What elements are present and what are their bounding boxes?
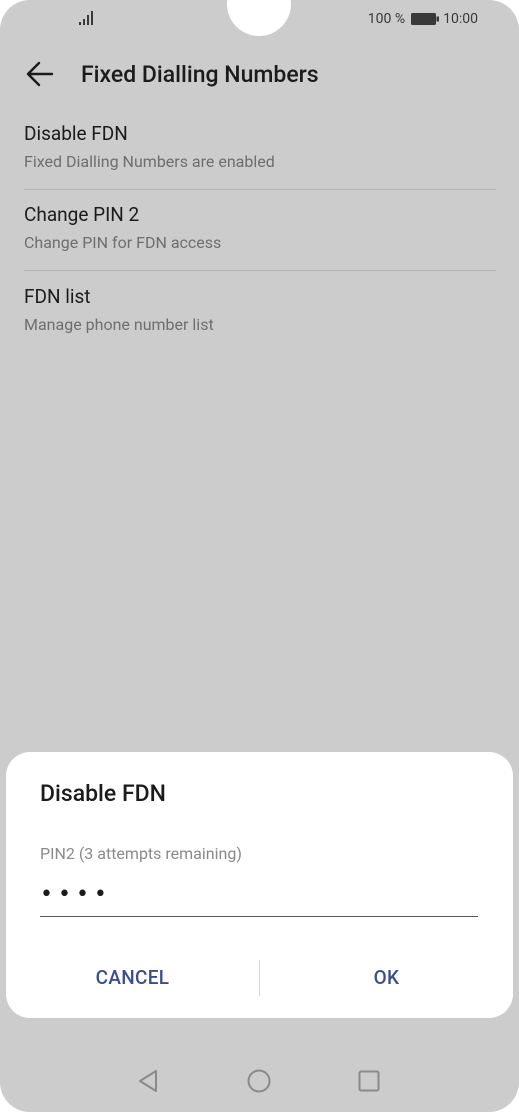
clock: 10:00 — [443, 11, 478, 27]
phone-screen: 100 % 10:00 Fixed Dialling Numbers Disab… — [0, 0, 519, 1112]
list-item-title: FDN list — [24, 285, 91, 308]
battery-percent: 100 % — [367, 11, 406, 27]
pin2-input[interactable] — [40, 872, 478, 917]
battery-icon — [411, 13, 440, 25]
square-recent-icon[interactable] — [356, 1068, 382, 1094]
ok-button[interactable]: OK — [260, 956, 513, 1000]
list-item-subtitle: Fixed Dialling Numbers are enabled — [24, 152, 275, 171]
disable-fdn-dialog: Disable FDN PIN2 (3 attempts remaining) … — [6, 752, 513, 1018]
list-item-fdn-list[interactable]: FDN list Manage phone number list — [24, 273, 496, 353]
arrow-left-icon[interactable] — [24, 58, 56, 90]
status-right: 100 % 10:00 — [368, 10, 478, 28]
list-item-subtitle: Manage phone number list — [24, 315, 214, 334]
signal-icon — [79, 11, 93, 25]
list-item-title: Disable FDN — [24, 122, 128, 145]
list-item-disable-fdn[interactable]: Disable FDN Fixed Dialling Numbers are e… — [24, 110, 496, 190]
dialog-title: Disable FDN — [40, 780, 166, 807]
status-bar: 100 % 10:00 — [0, 0, 519, 38]
divider — [24, 189, 496, 190]
triangle-back-icon[interactable] — [136, 1068, 162, 1094]
page-title: Fixed Dialling Numbers — [81, 61, 319, 88]
list-item-subtitle: Change PIN for FDN access — [24, 233, 222, 252]
divider — [24, 270, 496, 271]
cancel-button[interactable]: CANCEL — [6, 956, 259, 1000]
list-item-change-pin2[interactable]: Change PIN 2 Change PIN for FDN access — [24, 191, 496, 271]
list-item-title: Change PIN 2 — [24, 203, 140, 226]
circle-home-icon[interactable] — [246, 1068, 272, 1094]
pin2-label: PIN2 (3 attempts remaining) — [40, 844, 242, 863]
